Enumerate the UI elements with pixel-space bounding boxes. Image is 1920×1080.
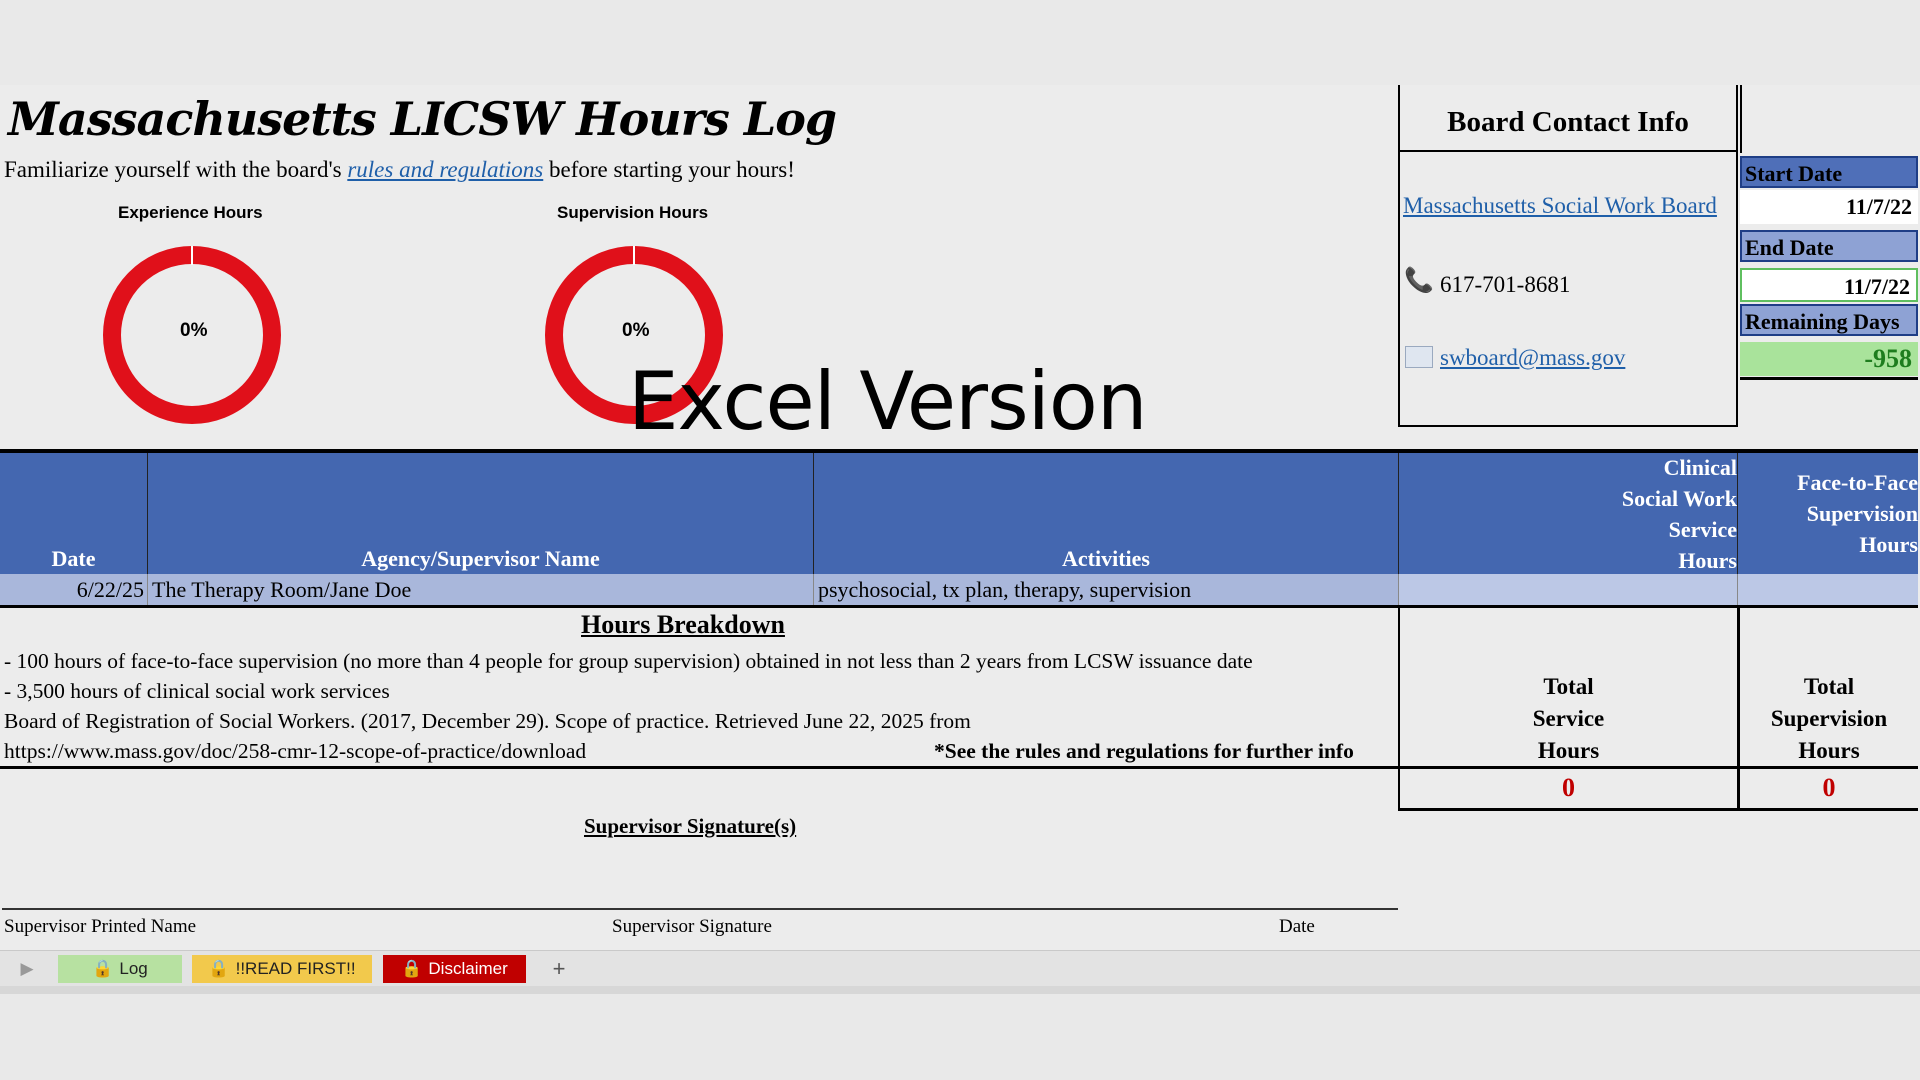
tab-read-first[interactable]: 🔒 !!READ FIRST!! <box>192 955 372 983</box>
log-table-header: Date Agency/Supervisor Name Activities C… <box>0 449 1918 574</box>
supervisor-signature-label: Supervisor Signature <box>612 916 772 937</box>
supervisor-signatures-title: Supervisor Signature(s) <box>584 814 797 838</box>
status-bar <box>0 986 1920 994</box>
row-activities-cell[interactable]: psychosocial, tx plan, therapy, supervis… <box>814 574 1399 605</box>
scroll-tabs-icon[interactable]: ▶ <box>14 955 40 983</box>
contact-divider <box>1398 150 1738 152</box>
tab-log[interactable]: 🔒 Log <box>58 955 182 983</box>
supervisor-printed-name-label: Supervisor Printed Name <box>4 916 197 937</box>
column-header-clinical-hours[interactable]: Clinical Social Work Service Hours <box>1399 453 1738 574</box>
experience-hours-percent: 0% <box>180 320 208 341</box>
column-header-agency[interactable]: Agency/Supervisor Name <box>148 453 814 574</box>
lock-icon: 🔒 <box>208 959 230 978</box>
right-panel-bottom-border <box>1740 377 1918 380</box>
signature-date-label: Date <box>1279 916 1315 937</box>
row-agency-cell[interactable]: The Therapy Room/Jane Doe <box>148 574 814 605</box>
board-phone: 617-701-8681 <box>1440 272 1571 297</box>
total-supervision-line-3: Hours <box>1798 738 1860 763</box>
table-row: 6/22/25 The Therapy Room/Jane Doe psycho… <box>0 574 1918 605</box>
totals-bottom-border <box>1398 808 1918 811</box>
breakdown-top-border <box>0 605 1918 608</box>
breakdown-note: *See the rules and regulations for furth… <box>934 739 1354 763</box>
lock-icon: 🔒 <box>401 959 423 978</box>
column-header-date[interactable]: Date <box>0 453 148 574</box>
total-service-hours-value: 0 <box>1562 773 1575 802</box>
subtitle: Familiarize yourself with the board's ru… <box>4 157 795 183</box>
subtitle-text-after: before starting your hours! <box>543 157 795 182</box>
add-sheet-button[interactable]: + <box>545 955 573 983</box>
total-service-line-1: Total <box>1543 674 1594 699</box>
total-service-line-2: Service <box>1532 706 1605 731</box>
supervision-hours-percent: 0% <box>622 320 650 341</box>
end-date-label: End Date <box>1740 230 1918 262</box>
board-website-link[interactable]: Massachusetts Social Work Board <box>1403 193 1717 219</box>
total-supervision-line-2: Supervision <box>1770 706 1888 731</box>
breakdown-title: Hours Breakdown <box>581 610 785 639</box>
signature-line <box>2 908 1398 910</box>
total-service-line-3: Hours <box>1537 738 1600 763</box>
column-header-activities[interactable]: Activities <box>814 453 1399 574</box>
start-date-value[interactable]: 11/7/22 <box>1740 190 1918 224</box>
tab-disclaimer[interactable]: 🔒 Disclaimer <box>383 955 526 983</box>
rules-regulations-link[interactable]: rules and regulations <box>347 157 543 182</box>
supervision-hours-chart-title: Supervision Hours <box>557 203 709 222</box>
face-header-line-3: Hours <box>1859 532 1918 557</box>
face-header-line-1: Face-to-Face <box>1797 470 1918 495</box>
breakdown-line-2: - 3,500 hours of clinical social work se… <box>4 679 390 703</box>
total-supervision-hours-value: 0 <box>1822 773 1836 802</box>
remaining-days-value: -958 <box>1740 342 1918 376</box>
tab-read-first-label: !!READ FIRST!! <box>235 959 356 978</box>
excel-version-overlay: Excel Version <box>628 355 1148 448</box>
board-email-link[interactable]: swboard@mass.gov <box>1440 345 1625 371</box>
start-date-label: Start Date <box>1740 156 1918 188</box>
clinical-header-line-2: Social Work <box>1621 485 1737 511</box>
end-date-value[interactable]: 11/7/22 <box>1740 268 1918 302</box>
clinical-header-line-4: Hours <box>1678 547 1737 573</box>
total-supervision-line-1: Total <box>1803 674 1855 699</box>
page-title: Massachusetts LICSW Hours Log <box>8 92 837 146</box>
total-service-hours-label: Total Service Hours <box>1400 671 1737 767</box>
email-icon <box>1405 346 1433 368</box>
clinical-header-line-3: Service <box>1668 516 1737 542</box>
total-supervision-hours-label: Total Supervision Hours <box>1740 671 1918 767</box>
subtitle-text-before: Familiarize yourself with the board's <box>4 157 348 182</box>
tab-disclaimer-label: Disclaimer <box>428 959 508 978</box>
lock-icon: 🔒 <box>92 959 114 978</box>
row-date-cell[interactable]: 6/22/25 <box>0 574 148 605</box>
row-clinical-hours-cell[interactable] <box>1399 574 1738 605</box>
breakdown-line-1: - 100 hours of face-to-face supervision … <box>4 649 1253 673</box>
remaining-days-label: Remaining Days <box>1740 304 1918 336</box>
sheet-tab-bar: ▶ 🔒 Log 🔒 !!READ FIRST!! 🔒 Disclaimer + <box>0 950 1920 987</box>
breakdown-line-4: https://www.mass.gov/doc/258-cmr-12-scop… <box>4 739 587 763</box>
breakdown-line-3: Board of Registration of Social Workers.… <box>4 709 971 733</box>
phone-icon: 📞 <box>1404 268 1434 294</box>
right-panel-border <box>1740 85 1742 153</box>
column-header-face-to-face-hours[interactable]: Face-to-Face Supervision Hours <box>1738 453 1918 574</box>
clinical-header-line-1: Clinical <box>1663 454 1737 480</box>
board-contact-title: Board Contact Info <box>1447 106 1689 138</box>
tab-log-label: Log <box>119 959 148 978</box>
experience-hours-chart-title: Experience Hours <box>118 203 263 222</box>
face-header-line-2: Supervision <box>1806 501 1918 526</box>
row-face-hours-cell[interactable] <box>1738 574 1918 605</box>
